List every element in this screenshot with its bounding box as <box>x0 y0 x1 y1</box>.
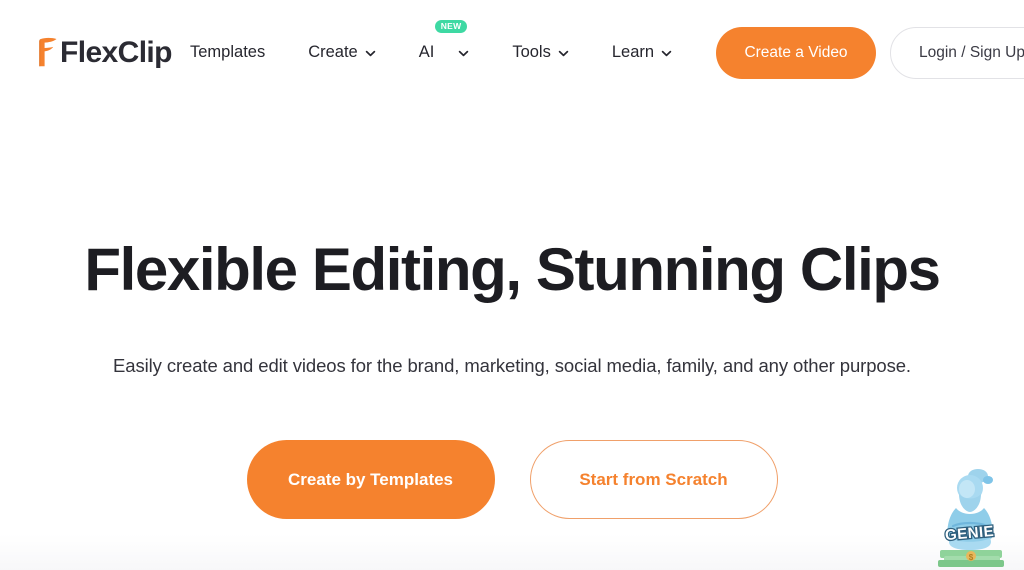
nav-item-ai[interactable]: AI NEW <box>419 0 470 105</box>
nav-label-learn: Learn <box>611 43 655 61</box>
nav-label-templates: Templates <box>190 43 266 61</box>
login-signup-button[interactable]: Login / Sign Up <box>890 27 1024 79</box>
start-from-scratch-button[interactable]: Start from Scratch <box>529 440 778 519</box>
chevron-down-icon <box>661 48 672 59</box>
nav-item-tools[interactable]: Tools <box>512 0 569 105</box>
nav-item-create[interactable]: Create <box>308 0 376 105</box>
nav-label-tools: Tools <box>512 43 551 61</box>
logo-text: FlexClip <box>60 36 172 69</box>
flexclip-logo[interactable]: FlexClip <box>36 31 172 73</box>
chevron-down-icon <box>365 48 376 59</box>
nav-item-learn[interactable]: Learn <box>612 0 672 105</box>
hero-section: Flexible Editing, Stunning Clips Easily … <box>0 105 1024 570</box>
hero-actions: Create by Templates Start from Scratch <box>0 440 1024 519</box>
create-a-video-button[interactable]: Create a Video <box>716 27 876 79</box>
site-header: FlexClip Templates Create AI NEW Tools L… <box>0 0 1024 105</box>
page-bottom-band <box>0 534 1024 570</box>
main-nav: Templates Create AI NEW Tools Learn <box>190 0 672 105</box>
nav-label-create: Create <box>308 43 358 61</box>
genie-money-watermark-icon: GENIE $ <box>926 464 1014 568</box>
create-by-templates-button[interactable]: Create by Templates <box>246 440 495 519</box>
flexclip-f-icon <box>36 37 59 67</box>
chevron-down-icon <box>558 48 569 59</box>
nav-item-templates[interactable]: Templates <box>190 0 265 105</box>
new-badge: NEW <box>434 20 468 33</box>
chevron-down-icon <box>458 48 469 59</box>
hero-subtitle: Easily create and edit videos for the br… <box>113 355 911 376</box>
nav-label-ai: AI <box>418 43 435 61</box>
flexclip-landing-page: FlexClip Templates Create AI NEW Tools L… <box>0 0 1024 570</box>
hero-title: Flexible Editing, Stunning Clips <box>84 236 941 303</box>
svg-text:$: $ <box>969 553 974 562</box>
